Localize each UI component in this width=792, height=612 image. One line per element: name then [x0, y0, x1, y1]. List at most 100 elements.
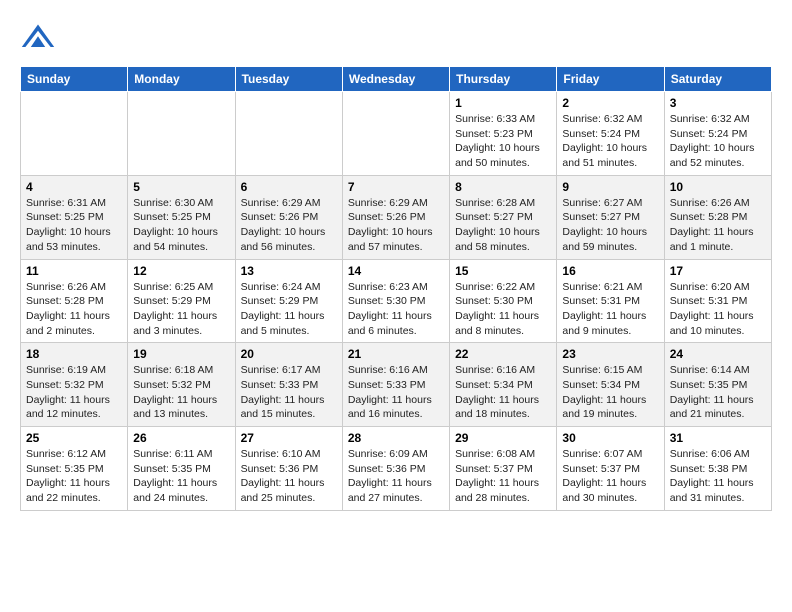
day-info: Sunrise: 6:12 AMSunset: 5:35 PMDaylight:… [26, 447, 122, 506]
day-number: 3 [670, 96, 766, 110]
calendar-cell [21, 92, 128, 176]
calendar-cell: 12 Sunrise: 6:25 AMSunset: 5:29 PMDayligh… [128, 259, 235, 343]
calendar-cell: 15 Sunrise: 6:22 AMSunset: 5:30 PMDayligh… [450, 259, 557, 343]
calendar-cell: 8 Sunrise: 6:28 AMSunset: 5:27 PMDaylight… [450, 175, 557, 259]
day-info: Sunrise: 6:32 AMSunset: 5:24 PMDaylight:… [670, 112, 766, 171]
calendar-cell: 22 Sunrise: 6:16 AMSunset: 5:34 PMDayligh… [450, 343, 557, 427]
weekday-header-friday: Friday [557, 67, 664, 92]
calendar-cell: 28 Sunrise: 6:09 AMSunset: 5:36 PMDayligh… [342, 427, 449, 511]
day-info: Sunrise: 6:16 AMSunset: 5:33 PMDaylight:… [348, 363, 444, 422]
calendar-cell: 27 Sunrise: 6:10 AMSunset: 5:36 PMDayligh… [235, 427, 342, 511]
day-info: Sunrise: 6:14 AMSunset: 5:35 PMDaylight:… [670, 363, 766, 422]
day-number: 16 [562, 264, 658, 278]
day-number: 17 [670, 264, 766, 278]
weekday-header-wednesday: Wednesday [342, 67, 449, 92]
calendar-cell: 5 Sunrise: 6:30 AMSunset: 5:25 PMDaylight… [128, 175, 235, 259]
day-info: Sunrise: 6:26 AMSunset: 5:28 PMDaylight:… [670, 196, 766, 255]
day-number: 5 [133, 180, 229, 194]
calendar-cell: 14Sunrise: 6:23 AMSunset: 5:30 PMDayligh… [342, 259, 449, 343]
day-number: 22 [455, 347, 551, 361]
day-number: 28 [348, 431, 444, 445]
calendar-cell: 16 Sunrise: 6:21 AMSunset: 5:31 PMDayligh… [557, 259, 664, 343]
day-info: Sunrise: 6:15 AMSunset: 5:34 PMDaylight:… [562, 363, 658, 422]
day-info: Sunrise: 6:11 AMSunset: 5:35 PMDaylight:… [133, 447, 229, 506]
day-number: 23 [562, 347, 658, 361]
calendar-cell [342, 92, 449, 176]
day-number: 11 [26, 264, 122, 278]
day-number: 9 [562, 180, 658, 194]
calendar-cell: 11 Sunrise: 6:26 AMSunset: 5:28 PMDayligh… [21, 259, 128, 343]
day-number: 10 [670, 180, 766, 194]
day-number: 4 [26, 180, 122, 194]
day-number: 20 [241, 347, 337, 361]
day-number: 15 [455, 264, 551, 278]
calendar-cell: 6 Sunrise: 6:29 AMSunset: 5:26 PMDaylight… [235, 175, 342, 259]
day-info: Sunrise: 6:26 AMSunset: 5:28 PMDaylight:… [26, 280, 122, 339]
day-info: Sunrise: 6:18 AMSunset: 5:32 PMDaylight:… [133, 363, 229, 422]
day-info: Sunrise: 6:32 AMSunset: 5:24 PMDaylight:… [562, 112, 658, 171]
day-info: Sunrise: 6:16 AMSunset: 5:34 PMDaylight:… [455, 363, 551, 422]
day-number: 13 [241, 264, 337, 278]
day-number: 2 [562, 96, 658, 110]
weekday-header-monday: Monday [128, 67, 235, 92]
day-number: 6 [241, 180, 337, 194]
day-number: 12 [133, 264, 229, 278]
day-info: Sunrise: 6:29 AMSunset: 5:26 PMDaylight:… [348, 196, 444, 255]
calendar-cell: 29Sunrise: 6:08 AMSunset: 5:37 PMDayligh… [450, 427, 557, 511]
day-number: 8 [455, 180, 551, 194]
week-row-4: 18 Sunrise: 6:19 AMSunset: 5:32 PMDayligh… [21, 343, 772, 427]
day-number: 30 [562, 431, 658, 445]
weekday-header-saturday: Saturday [664, 67, 771, 92]
day-info: Sunrise: 6:08 AMSunset: 5:37 PMDaylight:… [455, 447, 551, 506]
calendar-cell: 7 Sunrise: 6:29 AMSunset: 5:26 PMDaylight… [342, 175, 449, 259]
logo [20, 20, 60, 56]
day-number: 31 [670, 431, 766, 445]
calendar-cell: 10 Sunrise: 6:26 AMSunset: 5:28 PMDayligh… [664, 175, 771, 259]
day-number: 1 [455, 96, 551, 110]
calendar-cell: 21Sunrise: 6:16 AMSunset: 5:33 PMDayligh… [342, 343, 449, 427]
day-number: 25 [26, 431, 122, 445]
calendar-cell: 23 Sunrise: 6:15 AMSunset: 5:34 PMDayligh… [557, 343, 664, 427]
logo-icon [20, 20, 56, 56]
day-info: Sunrise: 6:19 AMSunset: 5:32 PMDaylight:… [26, 363, 122, 422]
day-info: Sunrise: 6:28 AMSunset: 5:27 PMDaylight:… [455, 196, 551, 255]
calendar-cell: 1 Sunrise: 6:33 AMSunset: 5:23 PMDaylight… [450, 92, 557, 176]
day-number: 24 [670, 347, 766, 361]
calendar-cell: 2 Sunrise: 6:32 AMSunset: 5:24 PMDaylight… [557, 92, 664, 176]
calendar-cell: 19Sunrise: 6:18 AMSunset: 5:32 PMDayligh… [128, 343, 235, 427]
week-row-2: 4 Sunrise: 6:31 AMSunset: 5:25 PMDaylight… [21, 175, 772, 259]
day-info: Sunrise: 6:09 AMSunset: 5:36 PMDaylight:… [348, 447, 444, 506]
calendar-cell: 30 Sunrise: 6:07 AMSunset: 5:37 PMDayligh… [557, 427, 664, 511]
week-row-3: 11 Sunrise: 6:26 AMSunset: 5:28 PMDayligh… [21, 259, 772, 343]
weekday-header-tuesday: Tuesday [235, 67, 342, 92]
weekday-header-thursday: Thursday [450, 67, 557, 92]
day-info: Sunrise: 6:06 AMSunset: 5:38 PMDaylight:… [670, 447, 766, 506]
day-info: Sunrise: 6:10 AMSunset: 5:36 PMDaylight:… [241, 447, 337, 506]
day-info: Sunrise: 6:20 AMSunset: 5:31 PMDaylight:… [670, 280, 766, 339]
day-number: 18 [26, 347, 122, 361]
calendar-cell: 18 Sunrise: 6:19 AMSunset: 5:32 PMDayligh… [21, 343, 128, 427]
week-row-1: 1 Sunrise: 6:33 AMSunset: 5:23 PMDaylight… [21, 92, 772, 176]
day-number: 14 [348, 264, 444, 278]
calendar-cell: 17 Sunrise: 6:20 AMSunset: 5:31 PMDayligh… [664, 259, 771, 343]
day-number: 27 [241, 431, 337, 445]
day-info: Sunrise: 6:30 AMSunset: 5:25 PMDaylight:… [133, 196, 229, 255]
calendar-cell: 31 Sunrise: 6:06 AMSunset: 5:38 PMDayligh… [664, 427, 771, 511]
day-info: Sunrise: 6:29 AMSunset: 5:26 PMDaylight:… [241, 196, 337, 255]
day-info: Sunrise: 6:27 AMSunset: 5:27 PMDaylight:… [562, 196, 658, 255]
calendar-cell: 25 Sunrise: 6:12 AMSunset: 5:35 PMDayligh… [21, 427, 128, 511]
day-info: Sunrise: 6:07 AMSunset: 5:37 PMDaylight:… [562, 447, 658, 506]
calendar-cell: 24 Sunrise: 6:14 AMSunset: 5:35 PMDayligh… [664, 343, 771, 427]
week-row-5: 25 Sunrise: 6:12 AMSunset: 5:35 PMDayligh… [21, 427, 772, 511]
day-info: Sunrise: 6:33 AMSunset: 5:23 PMDaylight:… [455, 112, 551, 171]
calendar-cell: 4 Sunrise: 6:31 AMSunset: 5:25 PMDaylight… [21, 175, 128, 259]
day-info: Sunrise: 6:21 AMSunset: 5:31 PMDaylight:… [562, 280, 658, 339]
day-number: 26 [133, 431, 229, 445]
day-info: Sunrise: 6:31 AMSunset: 5:25 PMDaylight:… [26, 196, 122, 255]
calendar-cell: 26 Sunrise: 6:11 AMSunset: 5:35 PMDayligh… [128, 427, 235, 511]
calendar-cell: 3 Sunrise: 6:32 AMSunset: 5:24 PMDaylight… [664, 92, 771, 176]
day-info: Sunrise: 6:25 AMSunset: 5:29 PMDaylight:… [133, 280, 229, 339]
day-number: 7 [348, 180, 444, 194]
day-info: Sunrise: 6:24 AMSunset: 5:29 PMDaylight:… [241, 280, 337, 339]
day-info: Sunrise: 6:22 AMSunset: 5:30 PMDaylight:… [455, 280, 551, 339]
